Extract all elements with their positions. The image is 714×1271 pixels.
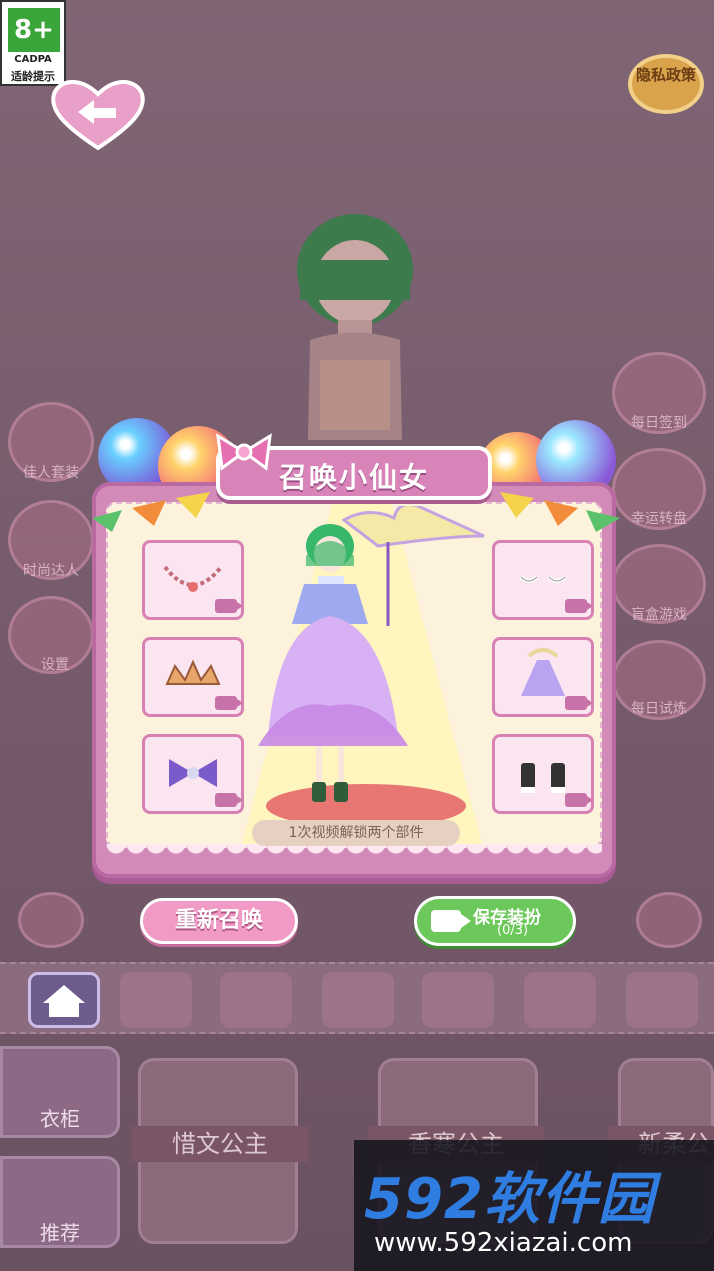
daily-trial-label: 每日试炼: [631, 701, 687, 717]
unlock-slot-dress[interactable]: [492, 637, 594, 717]
video-unlock-icon: [565, 793, 593, 807]
unlock-hint: 1次视频解锁两个部件: [252, 820, 460, 846]
unlock-slot-bow[interactable]: [142, 734, 244, 814]
dialog-content: [106, 502, 602, 848]
lucky-wheel-label: 幸运转盘: [631, 511, 687, 527]
tool-face[interactable]: [120, 972, 192, 1028]
blind-box-label: 盲盒游戏: [631, 607, 687, 623]
pennants-left: [92, 492, 210, 532]
tool-home[interactable]: [28, 972, 100, 1028]
fairy-character: [258, 506, 485, 828]
age-rating-org: CADPA: [14, 54, 52, 65]
age-rating: 8+: [8, 8, 60, 52]
save-outfit-button[interactable]: 保存装扮 (0/3): [414, 896, 576, 946]
wardrobe-label: 衣柜: [40, 1107, 80, 1131]
tool-hair[interactable]: [524, 972, 596, 1028]
tool-ears[interactable]: [322, 972, 394, 1028]
site-watermark: 592软件园 www.592xiazai.com: [354, 1140, 714, 1271]
settings-label: 设置: [41, 657, 69, 673]
privacy-policy-button[interactable]: 隐私政策: [628, 54, 704, 114]
dialog-scallop-trim: [106, 844, 602, 860]
save-outfit-count: (0/3): [497, 923, 529, 938]
unlock-slot-necklace[interactable]: [142, 540, 244, 620]
save-disk-icon[interactable]: [636, 892, 702, 948]
age-rating-badge: 8+ CADPA 适龄提示: [0, 0, 66, 86]
daily-checkin-label: 每日签到: [631, 415, 687, 431]
tool-head[interactable]: [220, 972, 292, 1028]
outfit-set-label: 佳人套装: [23, 465, 79, 481]
watermark-url: www.592xiazai.com: [374, 1228, 633, 1258]
unlock-slot-shoes[interactable]: [492, 734, 594, 814]
video-unlock-icon: [215, 599, 243, 613]
ribbon-bow-icon: [216, 433, 272, 471]
tool-hair-back[interactable]: [626, 972, 698, 1028]
category-toolbar: [0, 962, 714, 1034]
resummon-button[interactable]: 重新召唤: [140, 898, 298, 944]
watermark-logo: 592软件园: [364, 1167, 655, 1232]
tool-face-shape[interactable]: [422, 972, 494, 1028]
fashion-expert-label: 时尚达人: [23, 563, 79, 579]
unlock-slot-eyes[interactable]: [492, 540, 594, 620]
scroll-down-icon[interactable]: [18, 892, 84, 948]
video-unlock-icon: [215, 696, 243, 710]
video-unlock-icon: [565, 696, 593, 710]
summon-fairy-dialog: [92, 482, 616, 878]
wardrobe-tab[interactable]: 衣柜: [0, 1046, 120, 1138]
recommend-label: 推荐: [40, 1221, 80, 1245]
pennants-right: [500, 492, 620, 532]
back-button[interactable]: [50, 78, 146, 150]
princess-name-1: 惜文公主: [132, 1126, 308, 1162]
video-unlock-icon: [215, 793, 243, 807]
home-icon: [43, 985, 85, 1017]
video-camera-icon: [431, 910, 471, 932]
recommend-tab[interactable]: 推荐: [0, 1156, 120, 1248]
video-unlock-icon: [565, 599, 593, 613]
background-character: [297, 214, 413, 440]
unlock-slot-crown[interactable]: [142, 637, 244, 717]
